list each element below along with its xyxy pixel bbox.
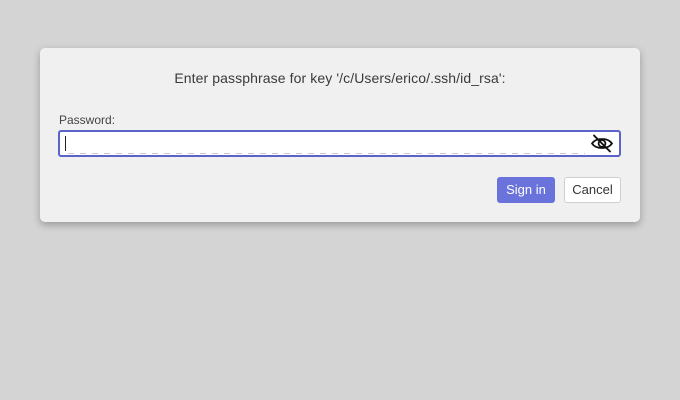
password-input[interactable] xyxy=(64,134,587,153)
password-field-container[interactable] xyxy=(58,130,621,157)
sign-in-button[interactable]: Sign in xyxy=(497,177,555,203)
eye-slash-icon[interactable] xyxy=(590,133,614,154)
dialog-prompt: Enter passphrase for key '/c/Users/erico… xyxy=(174,70,506,86)
text-caret xyxy=(65,136,66,151)
input-underline xyxy=(68,153,585,154)
cancel-button[interactable]: Cancel xyxy=(564,177,621,203)
passphrase-dialog: Enter passphrase for key '/c/Users/erico… xyxy=(40,48,640,222)
password-label: Password: xyxy=(59,113,116,127)
